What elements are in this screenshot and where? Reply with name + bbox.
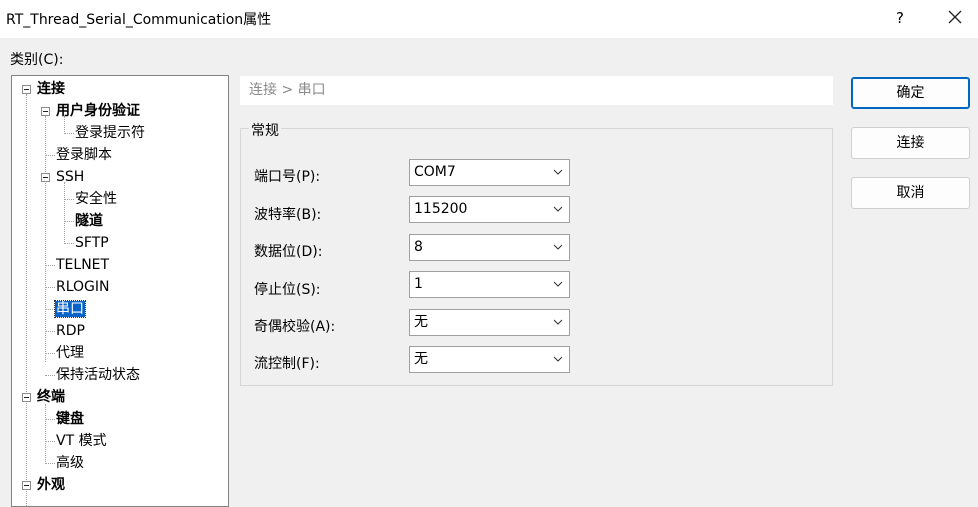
close-icon (948, 10, 962, 24)
expand-toggle-icon[interactable] (41, 107, 50, 116)
expand-toggle-icon[interactable] (22, 85, 31, 94)
port-select[interactable]: COM7 (409, 159, 570, 186)
cancel-button[interactable]: 取消 (851, 177, 970, 209)
port-value: COM7 (414, 164, 456, 180)
ok-button[interactable]: 确定 (851, 77, 970, 109)
tree-item-security[interactable]: 安全性 (75, 189, 117, 209)
expand-toggle-icon[interactable] (22, 393, 31, 402)
parity-select[interactable]: 无 (409, 309, 570, 336)
tree-item-keepalive[interactable]: 保持活动状态 (56, 365, 140, 385)
chevron-down-icon (553, 169, 563, 175)
category-label: 类别(C): (10, 52, 64, 68)
stop-bits-select[interactable]: 1 (409, 271, 570, 298)
group-title: 常规 (249, 120, 281, 140)
tree-item-advanced[interactable]: 高级 (56, 453, 84, 473)
flow-control-value: 无 (414, 351, 428, 367)
chevron-down-icon (553, 206, 563, 212)
data-bits-value: 8 (414, 239, 423, 255)
tree-item-rdp[interactable]: RDP (56, 321, 85, 341)
connect-button[interactable]: 连接 (851, 127, 970, 159)
tree-item-sftp[interactable]: SFTP (75, 233, 109, 253)
help-button[interactable]: ? (888, 6, 912, 30)
tree-item-user-auth[interactable]: 用户身份验证 (56, 101, 140, 121)
tree-item-appearance[interactable]: 外观 (37, 475, 65, 495)
tree-item-login-prompt[interactable]: 登录提示符 (75, 123, 145, 143)
expand-toggle-icon[interactable] (41, 173, 50, 182)
tree-item-ssh[interactable]: SSH (56, 167, 84, 187)
tree-item-rlogin[interactable]: RLOGIN (56, 277, 110, 297)
tree-item-telnet[interactable]: TELNET (56, 255, 109, 275)
close-button[interactable] (940, 4, 970, 32)
title-bar: RT_Thread_Serial_Communication属性 ? (0, 0, 978, 38)
chevron-down-icon (553, 356, 563, 362)
tree-item-login-script[interactable]: 登录脚本 (56, 145, 112, 165)
expand-toggle-icon[interactable] (22, 481, 31, 490)
chevron-down-icon (553, 319, 563, 325)
data-bits-select[interactable]: 8 (409, 234, 570, 261)
tree-item-tunnel[interactable]: 隧道 (75, 211, 103, 231)
stop-bits-value: 1 (414, 276, 423, 292)
port-label: 端口号(P): (254, 169, 321, 185)
tree-item-vt-mode[interactable]: VT 模式 (56, 431, 107, 451)
baud-rate-select[interactable]: 115200 (409, 196, 570, 223)
parity-label: 奇偶校验(A): (254, 319, 336, 335)
data-bits-label: 数据位(D): (254, 244, 323, 260)
flow-control-select[interactable]: 无 (409, 346, 570, 373)
baud-rate-label: 波特率(B): (254, 207, 322, 223)
window-title: RT_Thread_Serial_Communication属性 (6, 12, 272, 28)
breadcrumb: 连接 > 串口 (240, 76, 833, 105)
tree-item-proxy[interactable]: 代理 (56, 343, 84, 363)
parity-value: 无 (414, 314, 428, 330)
baud-rate-value: 115200 (414, 201, 468, 217)
tree-item-keyboard[interactable]: 键盘 (56, 409, 84, 429)
category-tree[interactable]: 连接 用户身份验证 登录提示符 登录脚本 SSH 安全性 隧道 SFTP TEL… (11, 75, 229, 507)
chevron-down-icon (553, 244, 563, 250)
flow-control-label: 流控制(F): (254, 356, 320, 372)
stop-bits-label: 停止位(S): (254, 282, 321, 298)
chevron-down-icon (553, 281, 563, 287)
tree-item-connection[interactable]: 连接 (37, 79, 65, 99)
tree-item-serial[interactable]: 串口 (54, 299, 86, 319)
tree-item-terminal[interactable]: 终端 (37, 387, 65, 407)
